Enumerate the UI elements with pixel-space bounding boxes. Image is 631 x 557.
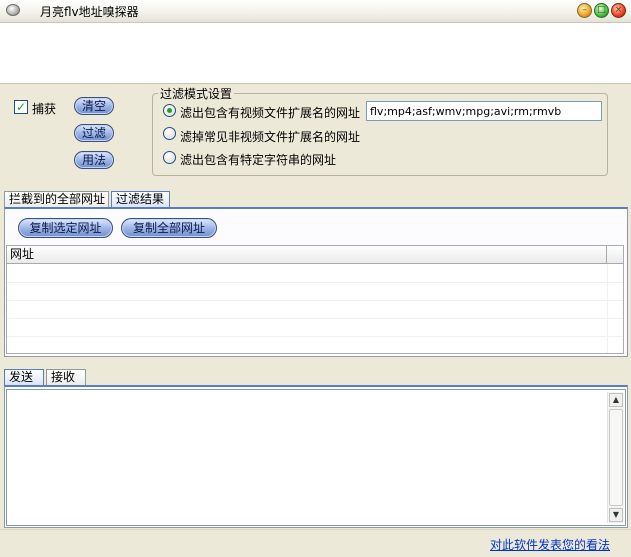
radio-specific-string[interactable]: [163, 151, 176, 164]
grid-line: [7, 300, 623, 301]
maximize-icon: □: [597, 5, 606, 15]
capture-label[interactable]: 捕获: [32, 100, 56, 117]
radio-specific-string-label[interactable]: 滤出包含有特定字符串的网址: [180, 151, 336, 168]
send-textarea[interactable]: [6, 389, 626, 526]
minimize-button[interactable]: –: [577, 3, 592, 18]
scroll-thumb[interactable]: [609, 409, 623, 506]
radio-video-extensions-label[interactable]: 滤出包含有视频文件扩展名的网址: [180, 104, 360, 121]
maximize-button[interactable]: □: [594, 3, 609, 18]
grid-line: [7, 336, 623, 337]
close-icon: ×: [614, 5, 623, 15]
tab-all-urls[interactable]: 拦截到的全部网址: [4, 191, 109, 208]
grid-line: [7, 318, 623, 319]
filter-button[interactable]: 过滤: [74, 124, 114, 142]
vertical-scrollbar[interactable]: ▲ ▼: [607, 392, 624, 523]
extensions-input[interactable]: [366, 101, 602, 121]
minimize-icon: –: [582, 5, 587, 15]
column-divider: [607, 264, 608, 353]
app-moon-icon[interactable]: [6, 4, 20, 16]
scroll-down-icon[interactable]: ▼: [609, 508, 623, 522]
close-button[interactable]: ×: [611, 3, 626, 18]
copy-all-button[interactable]: 复制全部网址: [121, 218, 217, 238]
copy-selected-button[interactable]: 复制选定网址: [18, 218, 113, 238]
status-divider: [0, 529, 631, 530]
radio-exclude-non-video[interactable]: [163, 127, 176, 140]
tab-filter-results[interactable]: 过滤结果: [111, 191, 170, 208]
usage-button[interactable]: 用法: [74, 151, 114, 169]
radio-video-extensions[interactable]: [163, 104, 176, 117]
tab-receive[interactable]: 接收: [46, 369, 86, 386]
radio-exclude-non-video-label[interactable]: 滤掉常见非视频文件扩展名的网址: [180, 128, 360, 145]
url-list[interactable]: 网址: [6, 245, 624, 354]
clear-button[interactable]: 清空: [74, 97, 114, 115]
url-list-header: 网址: [7, 246, 623, 264]
feedback-link[interactable]: 对此软件发表您的看法: [490, 536, 610, 553]
scroll-up-icon[interactable]: ▲: [609, 393, 623, 407]
filter-mode-title: 过滤模式设置: [158, 85, 235, 102]
url-column-header[interactable]: 网址: [7, 246, 607, 263]
capture-checkbox[interactable]: ✓: [14, 100, 28, 114]
grid-line: [7, 282, 623, 283]
top-display-pane: [0, 23, 631, 84]
window-title: 月亮flv地址嗅探器: [40, 5, 139, 19]
radio-selected-dot: [167, 108, 172, 113]
checkmark-icon: ✓: [15, 100, 27, 114]
tab-send[interactable]: 发送: [4, 369, 44, 386]
